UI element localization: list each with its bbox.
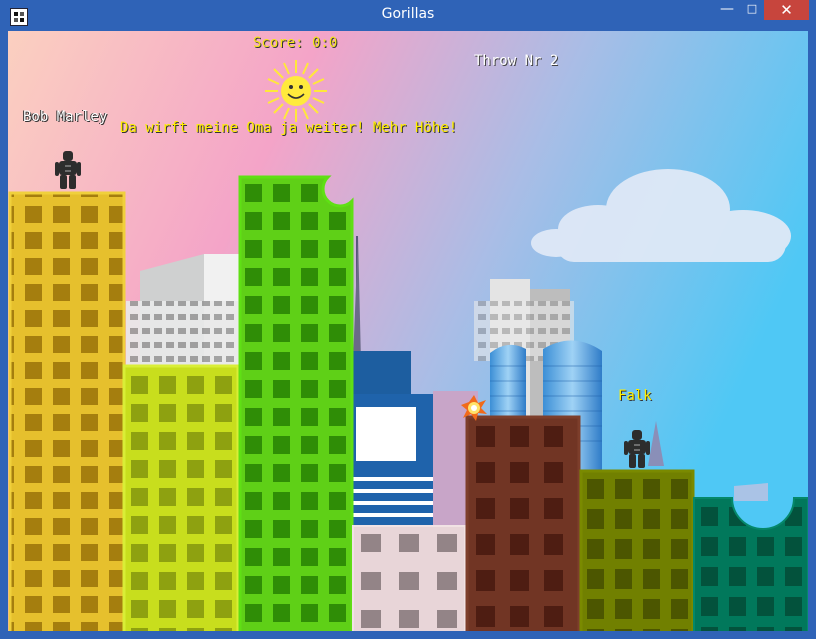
game-canvas[interactable]: Score: 0:0 Throw Nr 2 Bob Marley Da wirf… (8, 31, 808, 631)
maximize-button[interactable]: □ (740, 0, 764, 20)
building-olive (579, 469, 695, 631)
building-brown (465, 415, 581, 631)
window-title: Gorillas (381, 6, 435, 22)
title-bar[interactable]: Gorillas — □ ✕ (0, 0, 816, 30)
sun-icon (265, 60, 327, 122)
building-yellow (8, 191, 126, 631)
building-green (238, 175, 354, 631)
close-button[interactable]: ✕ (764, 0, 809, 20)
game-window: Gorillas — □ ✕ Score: 0:0 Throw Nr 2 Bob… (0, 0, 816, 639)
throw-counter: Throw Nr 2 (474, 53, 559, 69)
minimize-button[interactable]: — (714, 0, 740, 20)
player-left-name: Bob Marley (23, 109, 108, 125)
taunt-message: Da wirft meine Oma ja weiter! Mehr Höhe! (120, 120, 458, 136)
building-pink-gray (352, 525, 466, 631)
score-label: Score: 0:0 (253, 35, 338, 51)
player-right-name: Falk (618, 388, 652, 404)
building-lime (122, 364, 240, 631)
